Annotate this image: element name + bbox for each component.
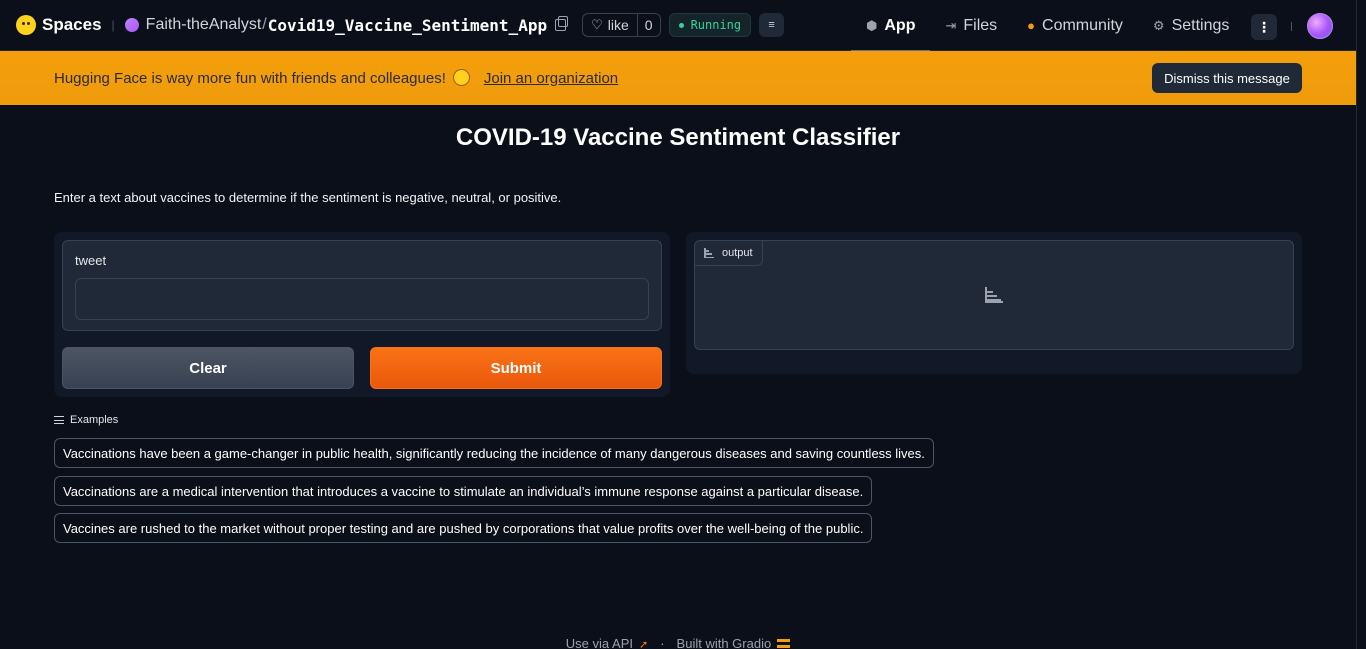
status-dot-icon (678, 22, 684, 28)
tab-app[interactable]: ⬢ App (851, 0, 931, 52)
use-via-api-label: Use via API (565, 636, 633, 649)
gradio-logo-icon (777, 639, 791, 648)
divider (1291, 22, 1292, 31)
use-via-api-link[interactable]: Use via API ➚ (566, 636, 648, 649)
tweet-input[interactable] (75, 278, 649, 320)
rocket-icon: ➚ (638, 639, 649, 649)
list-icon (54, 416, 64, 425)
example-item[interactable]: Vaccinations are a medical intervention … (54, 476, 873, 506)
top-navbar: Spaces | Faith-theAnalyst / Covid19_Vacc… (0, 0, 1356, 52)
scrollbar[interactable] (1356, 0, 1366, 649)
heart-icon: ♡ (591, 17, 603, 32)
repo-link[interactable]: Covid19_Vaccine_Sentiment_App (268, 16, 547, 35)
hugging-face-logo-icon (16, 15, 36, 35)
user-avatar[interactable] (1307, 13, 1333, 39)
example-item[interactable]: Vaccinations have been a game-changer in… (54, 438, 934, 468)
tab-community[interactable]: ● Community (1012, 0, 1138, 51)
empty-chart-icon (985, 287, 1003, 305)
like-count: 0 (636, 14, 660, 36)
spaces-brand[interactable]: Spaces (16, 15, 102, 35)
owner-link[interactable]: Faith-theAnalyst (146, 16, 262, 34)
clear-button[interactable]: Clear (62, 347, 354, 389)
footer-separator: · (660, 636, 665, 649)
app-description: Enter a text about vaccines to determine… (54, 190, 562, 205)
examples-heading: Examples (54, 414, 118, 426)
hugging-emoji-icon (452, 69, 470, 86)
owner-avatar (124, 18, 139, 32)
tab-files-label: Files (963, 16, 998, 34)
space-tabs: ⬢ App ⇥ Files ● Community ⚙ Settings (851, 0, 1244, 52)
footer: Use via API ➚ · Built with Gradio (0, 636, 1356, 649)
gear-icon: ⚙ (1152, 17, 1165, 33)
banner-message: Hugging Face is way more fun with friend… (54, 70, 446, 87)
status-label: Running (690, 18, 742, 32)
status-badge[interactable]: Running (668, 13, 752, 37)
output-label-text: output (722, 247, 753, 259)
tab-files[interactable]: ⇥ Files (930, 0, 1012, 51)
logs-icon: ≡ (768, 19, 775, 31)
tab-community-label: Community (1042, 16, 1123, 34)
tweet-textbox-block: tweet (62, 240, 662, 331)
community-icon: ● (1027, 18, 1036, 33)
org-banner: Hugging Face is way more fun with friend… (0, 51, 1356, 105)
join-organization-link[interactable]: Join an organization (484, 70, 618, 87)
dismiss-button[interactable]: Dismiss this message (1152, 63, 1302, 93)
examples-label: Examples (70, 414, 119, 426)
files-icon: ⇥ (945, 17, 957, 33)
path-slash: / (262, 16, 267, 33)
separator: | (111, 18, 115, 32)
output-label-tag: output (695, 241, 763, 266)
spaces-label: Spaces (42, 15, 102, 34)
output-panel: output (686, 232, 1302, 374)
tab-settings-label: Settings (1171, 16, 1230, 34)
like-button[interactable]: ♡ like 0 (582, 13, 661, 37)
submit-button[interactable]: Submit (370, 347, 662, 389)
page-title: COVID-19 Vaccine Sentiment Classifier (455, 124, 901, 151)
logs-button[interactable]: ≡ (759, 13, 785, 37)
output-label-block: output (694, 240, 1294, 350)
built-with-gradio-label: Built with Gradio (676, 636, 772, 649)
banner-text: Hugging Face is way more fun with friend… (54, 69, 470, 87)
bar-chart-icon (704, 248, 714, 258)
kebab-menu-icon: ⋮ (1257, 18, 1271, 35)
tweet-label: tweet (75, 253, 107, 268)
tab-app-label: App (884, 16, 916, 34)
like-label: like (607, 17, 629, 33)
built-with-gradio-link[interactable]: Built with Gradio (677, 636, 791, 649)
tab-settings[interactable]: ⚙ Settings (1138, 0, 1244, 51)
copy-icon[interactable] (555, 16, 569, 31)
cube-icon: ⬢ (866, 17, 878, 33)
example-item[interactable]: Vaccines are rushed to the market withou… (54, 513, 873, 543)
input-panel: tweet Clear Submit (54, 232, 670, 397)
more-options-button[interactable]: ⋮ (1251, 14, 1277, 40)
